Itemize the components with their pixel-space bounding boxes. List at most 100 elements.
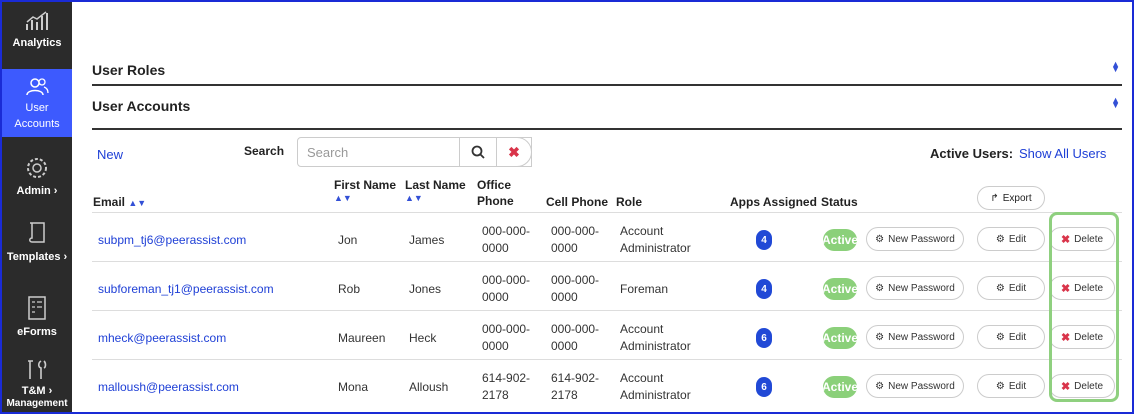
collapse-toggle-icon[interactable]: ▲ ▼ <box>1111 96 1120 110</box>
gear-icon: ⚙ <box>875 233 885 245</box>
column-header-cell-phone: Cell Phone <box>546 195 609 209</box>
delete-button[interactable]: ✖ Delete <box>1049 325 1115 349</box>
cell-phone-part: 0000 <box>551 290 578 304</box>
column-header-last-name[interactable]: Last Name ▲▼ <box>405 177 466 203</box>
sort-icon: ▲▼ <box>334 193 352 203</box>
user-roles-title[interactable]: User Roles <box>92 62 165 78</box>
role-part: Account <box>620 371 664 385</box>
button-label: New Password <box>888 380 955 392</box>
button-label: New Password <box>888 233 955 245</box>
apps-count-badge: 6 <box>756 328 772 348</box>
header-label: Last Name <box>405 178 466 192</box>
cell-phone: 614-902- 2178 <box>551 370 609 404</box>
office-phone-part: 000-000- <box>482 273 531 287</box>
first-name: Rob <box>338 282 361 296</box>
delete-button[interactable]: ✖ Delete <box>1049 276 1115 300</box>
column-header-first-name[interactable]: First Name ▲▼ <box>334 177 396 203</box>
search-button[interactable] <box>459 137 497 167</box>
email-link[interactable]: subpm_tj6@peerassist.com <box>98 232 246 249</box>
column-header-email[interactable]: Email ▲▼ <box>93 194 146 211</box>
gear-icon: ⚙ <box>875 380 885 392</box>
user-accounts-title[interactable]: User Accounts <box>92 98 190 114</box>
sidebar-item-label: T&M › <box>21 385 53 397</box>
cell-phone-part: 2178 <box>551 388 578 402</box>
delete-button[interactable]: ✖ Delete <box>1049 227 1115 251</box>
sidebar-item-label: Templates › <box>6 251 68 263</box>
show-all-users-link[interactable]: Show All Users <box>1019 146 1106 161</box>
sidebar-item-eforms[interactable]: eForms <box>2 295 72 343</box>
new-password-button[interactable]: ⚙ New Password <box>866 227 964 251</box>
sidebar-item-label: eForms <box>17 326 57 338</box>
export-label: Export <box>1002 192 1032 204</box>
gear-icon: ⚙ <box>875 331 885 343</box>
form-icon <box>28 296 46 320</box>
office-phone-part: 000-000- <box>482 224 531 238</box>
sidebar-item-user-accounts[interactable]: User Accounts <box>2 69 72 137</box>
column-header-office-phone: Office Phone <box>477 177 514 209</box>
status-badge: Active <box>823 327 857 349</box>
last-name: Alloush <box>409 380 449 394</box>
sidebar-item-label: Analytics <box>12 37 62 49</box>
cell-phone-part: 000-000- <box>551 273 600 287</box>
sidebar-item-label: User Accounts <box>14 102 60 130</box>
email-link[interactable]: subforeman_tj1@peerassist.com <box>98 281 274 298</box>
search-label: Search <box>244 144 285 158</box>
clear-search-button[interactable]: ✖ <box>496 137 532 167</box>
cell-phone: 000-000- 0000 <box>551 223 609 257</box>
new-password-button[interactable]: ⚙ New Password <box>866 276 964 300</box>
header-divider <box>92 212 1122 213</box>
sidebar-item-admin[interactable]: Admin › <box>2 156 72 204</box>
sidebar-item-templates[interactable]: Templates › <box>2 220 72 268</box>
button-label: Delete <box>1074 380 1104 392</box>
header-label: Office <box>477 178 512 192</box>
button-label: Edit <box>1008 282 1027 294</box>
role: Foreman <box>620 281 668 298</box>
collapse-toggle-icon[interactable]: ▲ ▼ <box>1111 60 1120 74</box>
edit-button[interactable]: ⚙ Edit <box>977 227 1045 251</box>
header-label: First Name <box>334 178 397 192</box>
main-content: User Roles ▲ ▼ User Accounts ▲ ▼ New Searc… <box>72 2 1132 412</box>
new-user-link[interactable]: New <box>97 147 123 162</box>
close-icon: ✖ <box>508 143 520 160</box>
role-part: Administrator <box>620 241 691 255</box>
close-icon: ✖ <box>1060 233 1071 246</box>
scroll-icon <box>29 222 45 243</box>
new-password-button[interactable]: ⚙ New Password <box>866 374 964 398</box>
button-label: Edit <box>1008 233 1027 245</box>
status-badge: Active <box>823 278 857 300</box>
edit-button[interactable]: ⚙ Edit <box>977 325 1045 349</box>
button-label: Edit <box>1008 380 1027 392</box>
status-badge: Active <box>823 229 857 251</box>
cell-phone-part: 0000 <box>551 241 578 255</box>
cell-phone-part: 000-000- <box>551 322 600 336</box>
gear-icon: ⚙ <box>995 233 1005 245</box>
email-link[interactable]: malloush@peerassist.com <box>98 379 239 396</box>
gear-icon: ⚙ <box>995 380 1005 392</box>
new-password-button[interactable]: ⚙ New Password <box>866 325 964 349</box>
first-name: Jon <box>338 233 358 247</box>
office-phone-part: 0000 <box>482 241 509 255</box>
apps-count-badge: 4 <box>756 230 772 250</box>
divider <box>92 84 1122 86</box>
cell-phone: 000-000- 0000 <box>551 272 609 306</box>
role: Account Administrator <box>620 370 691 404</box>
email-link[interactable]: mheck@peerassist.com <box>98 330 226 347</box>
role-part: Administrator <box>620 339 691 353</box>
sidebar-item-tm-management[interactable]: T&M › Management <box>2 358 72 412</box>
export-button[interactable]: ↱ Export <box>977 186 1045 210</box>
button-label: Delete <box>1074 233 1104 245</box>
edit-button[interactable]: ⚙ Edit <box>977 374 1045 398</box>
divider <box>92 128 1122 130</box>
column-header-status: Status <box>821 195 858 209</box>
gear-icon: ⚙ <box>995 282 1005 294</box>
edit-button[interactable]: ⚙ Edit <box>977 276 1045 300</box>
sidebar-item-analytics[interactable]: Analytics <box>2 10 72 68</box>
share-arrow-icon: ↱ <box>990 192 999 204</box>
office-phone-part: 000-000- <box>482 322 531 336</box>
button-label: New Password <box>888 331 955 343</box>
delete-button[interactable]: ✖ Delete <box>1049 374 1115 398</box>
role-part: Account <box>620 224 664 238</box>
button-label: Delete <box>1074 331 1104 343</box>
office-phone-part: 0000 <box>482 339 509 353</box>
office-phone: 614-902- 2178 <box>482 370 540 404</box>
